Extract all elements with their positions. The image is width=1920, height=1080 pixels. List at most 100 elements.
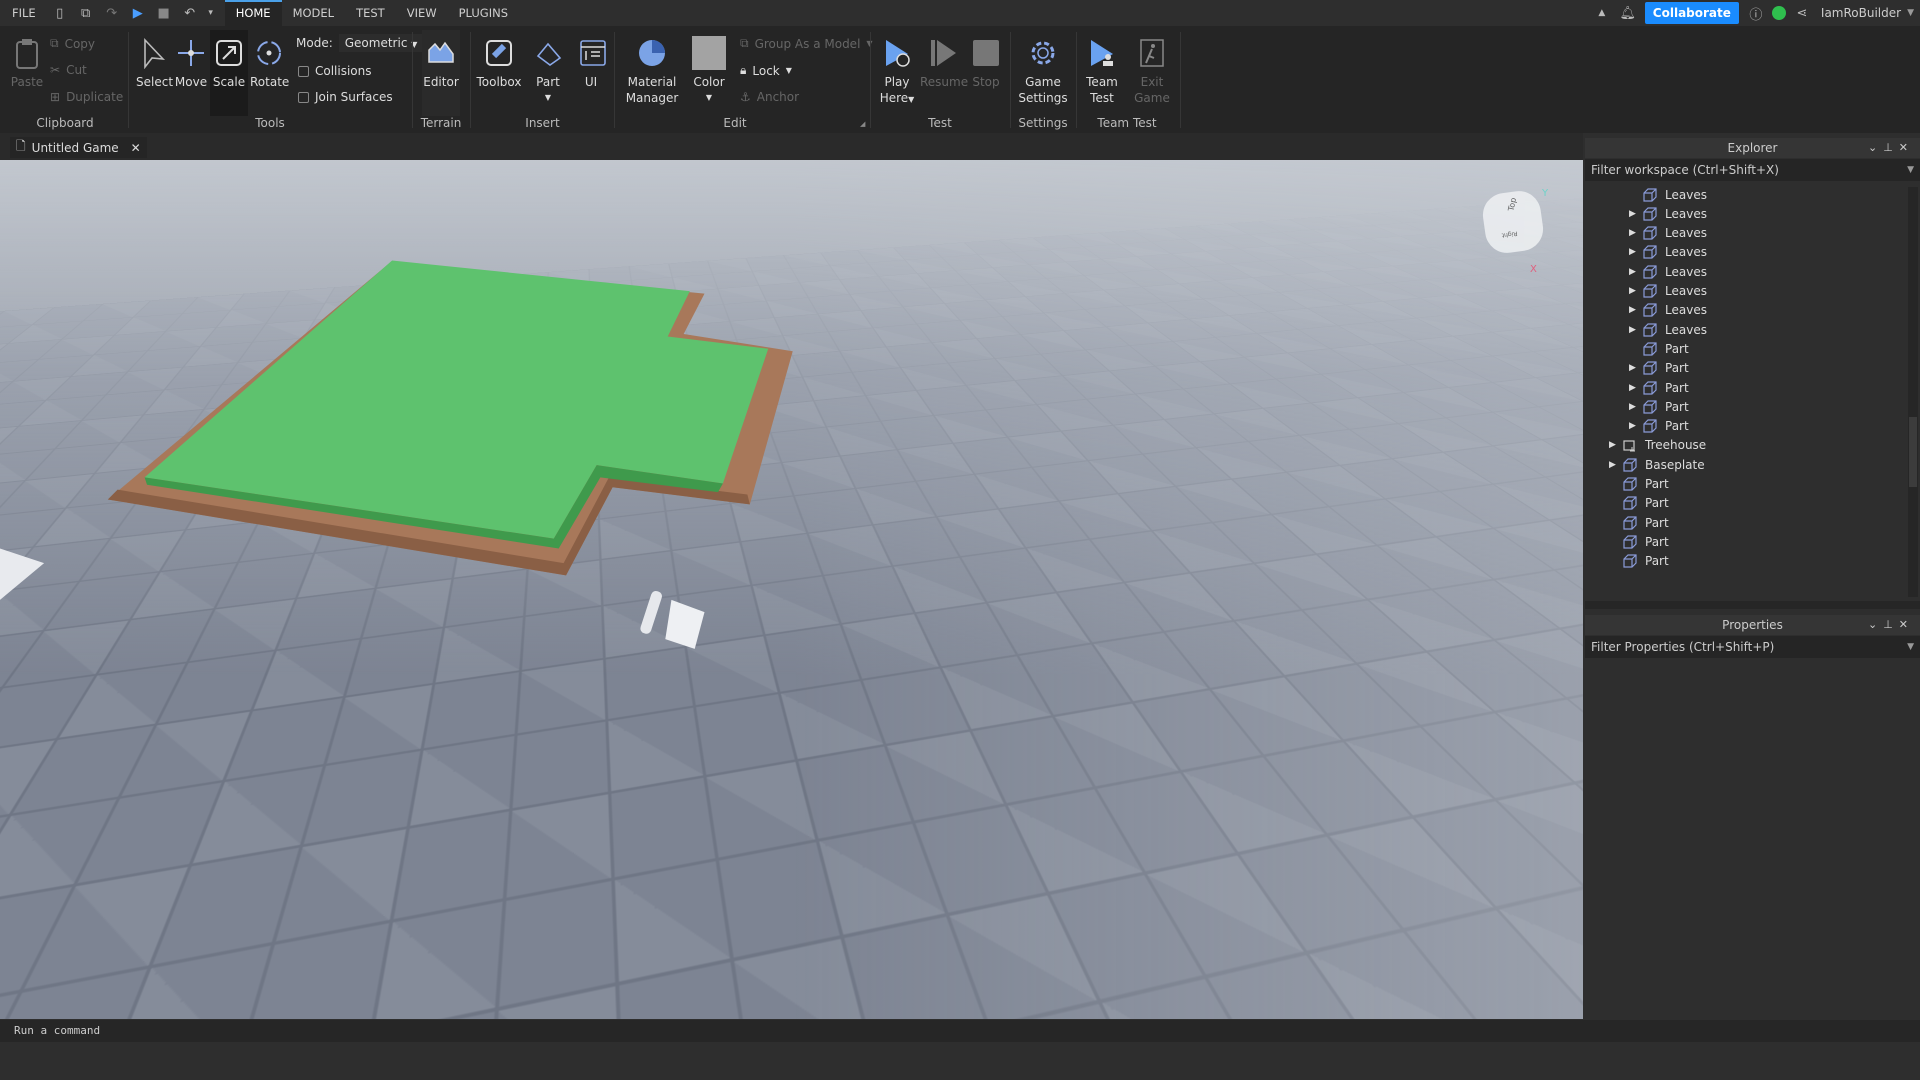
expand-arrow-icon[interactable]: ▶ — [1609, 440, 1623, 450]
pin-icon[interactable]: ⊥ — [1883, 618, 1899, 631]
username[interactable]: IamRoBuilder — [1821, 6, 1901, 20]
collaborate-button[interactable]: Collaborate — [1645, 2, 1739, 24]
properties-filter-input[interactable]: Filter Properties (Ctrl+Shift+P) ▼ — [1585, 636, 1920, 658]
customize-icon[interactable]: ▾ — [207, 5, 215, 21]
expand-arrow-icon[interactable]: ▶ — [1629, 421, 1643, 431]
tree-item[interactable]: ▶ Part — [1629, 417, 1689, 436]
mode-selector[interactable]: Mode: Geometric ▼ — [296, 34, 423, 52]
part-icon — [1643, 381, 1657, 395]
close-icon[interactable]: ✕ — [1899, 618, 1914, 631]
mode-dropdown[interactable]: Geometric ▼ — [339, 34, 424, 52]
help-icon[interactable]: ⓘ — [1747, 5, 1765, 21]
expand-arrow-icon[interactable]: ▶ — [1629, 383, 1643, 393]
tree-item[interactable]: Part — [1609, 475, 1669, 494]
tab-view[interactable]: VIEW — [396, 0, 448, 26]
expand-arrow-icon[interactable]: ▶ — [1629, 305, 1643, 315]
terrain-editor-button[interactable]: Editor — [422, 30, 460, 116]
select-tool[interactable]: Select — [136, 36, 170, 90]
tab-home[interactable]: HOME — [225, 0, 282, 26]
copy-button[interactable]: ⧉ Copy — [50, 36, 95, 51]
join-surfaces-checkbox[interactable]: Join Surfaces — [298, 90, 393, 104]
expand-arrow-icon[interactable]: ▶ — [1629, 267, 1643, 277]
tree-item[interactable]: ▶ Leaves — [1629, 224, 1707, 243]
file-menu[interactable]: FILE — [0, 0, 47, 26]
part-icon — [1643, 342, 1657, 356]
game-settings-button[interactable]: Game Settings — [1016, 36, 1070, 106]
document-tab-bar: 🗋 Untitled Game ✕ — [0, 133, 1583, 160]
expand-arrow-icon[interactable]: ▶ — [1609, 460, 1623, 470]
terrain-icon — [424, 36, 458, 70]
tree-item[interactable]: Part — [1629, 339, 1689, 358]
new-file-icon[interactable]: ▯ — [51, 5, 69, 21]
tree-item[interactable]: ▶ Treehouse — [1609, 436, 1706, 455]
notification-bell-icon[interactable]: 🔔︎ — [1619, 5, 1637, 21]
explorer-filter-input[interactable]: Filter workspace (Ctrl+Shift+X) ▼ — [1585, 159, 1920, 181]
group-as-model-button[interactable]: ⧉Group As a Model▼ — [740, 36, 873, 51]
duplicate-button[interactable]: ⊞ Duplicate — [50, 90, 123, 104]
tree-item[interactable]: ▶ Part — [1629, 359, 1689, 378]
tree-item[interactable]: Part — [1609, 532, 1669, 551]
paste-button[interactable]: Paste — [10, 36, 44, 90]
publish-icon[interactable]: ⧉ — [77, 5, 95, 21]
expand-arrow-icon[interactable]: ▶ — [1629, 228, 1643, 238]
dropdown-icon[interactable]: ⌄ — [1868, 618, 1883, 631]
tree-item[interactable]: Part — [1609, 552, 1669, 571]
anchor-button[interactable]: ⚓︎ Anchor — [740, 90, 799, 104]
team-test-button[interactable]: Team Test — [1084, 36, 1120, 106]
expand-arrow-icon[interactable]: ▶ — [1629, 247, 1643, 257]
close-icon[interactable]: ✕ — [1899, 141, 1914, 154]
tab-model[interactable]: MODEL — [282, 0, 346, 26]
stop-button[interactable]: Stop — [968, 36, 1004, 90]
play-icon[interactable]: ▶ — [129, 5, 147, 21]
pin-icon[interactable]: ⊥ — [1883, 141, 1899, 154]
color-button[interactable]: Color ▼ — [692, 36, 726, 106]
scene-objects — [0, 160, 1583, 1019]
expand-arrow-icon[interactable]: ▶ — [1629, 209, 1643, 219]
collisions-checkbox[interactable]: Collisions — [298, 64, 372, 78]
collapse-ribbon-icon[interactable]: ▲ — [1593, 5, 1611, 21]
tree-item[interactable]: Leaves — [1629, 185, 1707, 204]
tree-item[interactable]: ▶ Baseplate — [1609, 455, 1705, 474]
lock-icon: 🔒︎ — [740, 63, 746, 78]
3d-viewport[interactable]: Top Right Y X — [0, 160, 1583, 1019]
tree-item[interactable]: ▶ Leaves — [1629, 320, 1707, 339]
undo-icon[interactable]: ↶ — [181, 5, 199, 21]
tree-item[interactable]: ▶ Leaves — [1629, 262, 1707, 281]
tree-item[interactable]: ▶ Leaves — [1629, 282, 1707, 301]
expand-arrow-icon[interactable]: ▶ — [1629, 286, 1643, 296]
rotate-tool[interactable]: Rotate — [250, 36, 288, 90]
expand-arrow-icon[interactable]: ▶ — [1629, 363, 1643, 373]
resume-button[interactable]: Resume — [920, 36, 966, 90]
stop-icon[interactable]: ■ — [155, 5, 173, 21]
tree-item[interactable]: ▶ Leaves — [1629, 204, 1707, 223]
tree-item[interactable]: Part — [1609, 494, 1669, 513]
tab-test[interactable]: TEST — [345, 0, 396, 26]
lock-button[interactable]: 🔒︎ Lock ▼ — [740, 63, 792, 78]
account-dropdown-icon[interactable]: ▼ — [1907, 8, 1914, 18]
tree-item[interactable]: ▶ Leaves — [1629, 243, 1707, 262]
expand-arrow-icon[interactable]: ▶ — [1629, 325, 1643, 335]
document-tab[interactable]: 🗋 Untitled Game ✕ — [10, 137, 147, 158]
command-bar[interactable]: Run a command — [0, 1020, 1920, 1042]
share-icon[interactable]: ⋖ — [1793, 5, 1811, 21]
tree-item[interactable]: ▶ Part — [1629, 397, 1689, 416]
edit-settings-icon[interactable]: ◢ — [860, 120, 865, 128]
tree-item[interactable]: Part — [1609, 513, 1669, 532]
tree-item[interactable]: ▶ Part — [1629, 378, 1689, 397]
expand-arrow-icon[interactable]: ▶ — [1629, 402, 1643, 412]
exit-game-button[interactable]: Exit Game — [1134, 36, 1170, 106]
redo-icon[interactable]: ↷ — [103, 5, 121, 21]
tree-item[interactable]: ▶ Leaves — [1629, 301, 1707, 320]
dropdown-icon[interactable]: ⌄ — [1868, 141, 1883, 154]
scale-tool[interactable]: Scale — [210, 30, 248, 116]
explorer-scrollbar[interactable] — [1908, 187, 1918, 597]
part-button[interactable]: Part ▼ — [532, 36, 564, 106]
tab-plugins[interactable]: PLUGINS — [448, 0, 519, 26]
play-here-button[interactable]: Play Here▼ — [878, 36, 916, 108]
ui-button[interactable]: UI — [576, 36, 606, 90]
toolbox-button[interactable]: Toolbox — [474, 36, 524, 90]
cut-button[interactable]: ✂ Cut — [50, 63, 87, 77]
close-tab-icon[interactable]: ✕ — [131, 141, 141, 155]
move-tool[interactable]: Move — [174, 36, 208, 90]
material-manager-button[interactable]: Material Manager — [622, 36, 682, 106]
